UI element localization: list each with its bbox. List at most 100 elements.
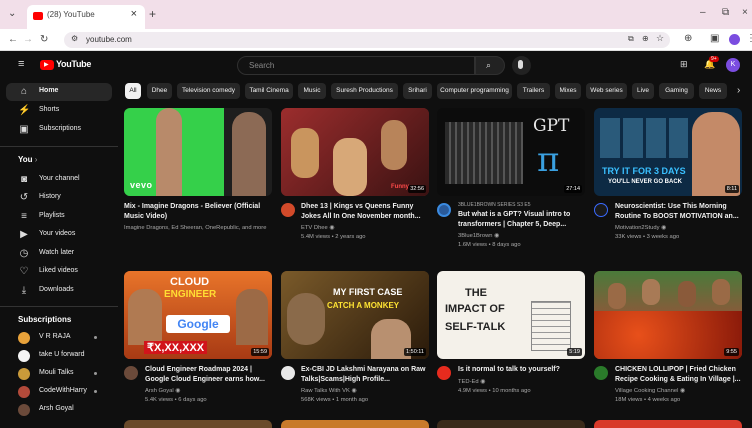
youtube-header: ≡ ▶ YouTube Search ⌕ ⊞ 🔔 9+ K xyxy=(0,51,752,79)
sidebar-item-home[interactable]: ⌂ Home xyxy=(6,83,112,101)
search-input[interactable]: Search xyxy=(237,56,475,75)
voice-search-button[interactable] xyxy=(512,56,531,75)
channel-avatar[interactable] xyxy=(281,366,295,380)
chip[interactable]: Trailers xyxy=(517,83,550,99)
channel-avatar[interactable] xyxy=(281,203,295,217)
sidebar-item-your-videos[interactable]: ▶ Your videos xyxy=(0,226,118,244)
you-section-header[interactable]: You › xyxy=(18,155,37,164)
video-thumbnail-partial[interactable] xyxy=(281,420,429,428)
video-channel[interactable]: Raw Talks With VK ◉ xyxy=(301,387,431,396)
sidebar-item-shorts[interactable]: ⚡ Shorts xyxy=(0,102,118,120)
subscriptions-section-header: Subscriptions xyxy=(18,315,72,324)
browser-menu-icon[interactable]: ⋮ xyxy=(746,33,752,44)
chip[interactable]: Tamil Cinema xyxy=(245,83,293,99)
video-stats: 4.9M views • 10 months ago xyxy=(458,388,531,394)
tab-search-icon[interactable]: ⌄ xyxy=(8,8,16,19)
omnibox[interactable]: ⚙ youtube.com ⧉ ⊕ ☆ xyxy=(64,32,670,48)
video-title[interactable]: But what is a GPT? Visual intro to transf… xyxy=(458,210,588,230)
forward-icon[interactable]: → xyxy=(23,34,33,45)
account-avatar[interactable]: K xyxy=(726,58,740,72)
chip[interactable]: Computer programming xyxy=(437,83,512,99)
chip[interactable]: Dhee xyxy=(147,83,172,99)
close-window-icon[interactable]: × xyxy=(742,7,748,18)
side-panel-icon[interactable]: ▣ xyxy=(710,33,719,44)
chip[interactable]: Srihari xyxy=(403,83,432,99)
video-title[interactable]: Mix - Imagine Dragons - Believer (Offici… xyxy=(124,202,270,222)
video-channel[interactable]: TED-Ed ◉ xyxy=(458,378,588,387)
close-tab-icon[interactable]: × xyxy=(131,8,137,20)
sidebar-sub-channel[interactable]: Arsh Goyal xyxy=(0,401,118,419)
restore-icon[interactable]: ⧉ xyxy=(722,7,729,18)
chip-all[interactable]: All xyxy=(125,83,141,99)
chip[interactable]: Gaming xyxy=(659,83,694,99)
video-channel[interactable]: ETV Dhee ◉ xyxy=(301,224,431,233)
bookmark-star-icon[interactable]: ☆ xyxy=(656,33,664,44)
back-icon[interactable]: ← xyxy=(8,34,18,45)
site-info-icon[interactable]: ⚙ xyxy=(71,34,78,43)
chip[interactable]: Television comedy xyxy=(177,83,240,99)
sidebar-item-playlists[interactable]: ≡ Playlists xyxy=(0,208,118,226)
video-thumbnail-partial[interactable] xyxy=(594,420,742,428)
video-channel[interactable]: Motivation2Study ◉ xyxy=(615,224,745,233)
video-thumbnail[interactable]: 9:55 xyxy=(594,271,742,359)
chip[interactable]: Suresh Productions xyxy=(331,83,398,99)
video-title[interactable]: Is it normal to talk to yourself? xyxy=(458,365,588,375)
extensions-icon[interactable]: ⊕ xyxy=(684,33,692,44)
sidebar-item-history[interactable]: ↺ History xyxy=(0,189,118,207)
chips-next-icon[interactable]: › xyxy=(737,85,740,96)
sidebar-item-liked-videos[interactable]: ♡ Liked videos xyxy=(0,263,118,281)
sidebar-item-watch-later[interactable]: ◷ Watch later xyxy=(0,245,118,263)
profile-avatar[interactable] xyxy=(729,34,740,45)
sidebar-sub-channel[interactable]: V R RAJA xyxy=(0,329,118,347)
youtube-logo-text[interactable]: YouTube xyxy=(56,59,91,69)
hamburger-menu-icon[interactable]: ≡ xyxy=(18,58,24,70)
video-thumbnail[interactable]: vevo xyxy=(124,108,272,196)
video-title[interactable]: Cloud Engineer Roadmap 2024 | Google Clou… xyxy=(145,365,275,385)
channel-avatar[interactable] xyxy=(437,203,451,217)
video-thumbnail[interactable]: MY FIRST CASE CATCH A MONKEY 1:50:11 xyxy=(281,271,429,359)
sidebar-item-your-channel[interactable]: ◙ Your channel xyxy=(0,171,118,189)
chip[interactable]: Mixes xyxy=(555,83,581,99)
sidebar-item-label: Shorts xyxy=(39,106,60,113)
channel-avatar[interactable] xyxy=(437,366,451,380)
video-thumbnail[interactable]: TRY IT FOR 3 DAYS YOU'LL NEVER GO BACK 8… xyxy=(594,108,742,196)
video-channel[interactable]: Arsh Goyal ◉ xyxy=(145,387,275,396)
sidebar-item-downloads[interactable]: ⤓ Downloads xyxy=(0,282,118,300)
channel-avatar[interactable] xyxy=(124,366,138,380)
chip[interactable]: News xyxy=(699,83,727,99)
sidebar-sub-channel[interactable]: Mouli Talks xyxy=(0,365,118,383)
chip[interactable]: Music xyxy=(298,83,326,99)
video-stats: 33K views • 3 weeks ago xyxy=(615,234,680,240)
video-title[interactable]: Neuroscientist: Use This Morning Routine … xyxy=(615,202,745,222)
video-title[interactable]: CHICKEN LOLLIPOP | Fried Chicken Recipe C… xyxy=(615,365,745,385)
browser-tab[interactable]: (28) YouTube × xyxy=(27,5,145,29)
channel-avatar xyxy=(18,386,30,398)
url-text[interactable]: youtube.com xyxy=(86,35,132,44)
video-duration: 27:14 xyxy=(564,185,582,193)
minimize-icon[interactable]: – xyxy=(700,7,706,18)
new-tab-button[interactable]: + xyxy=(149,7,156,21)
video-thumbnail[interactable]: THE IMPACT OF SELF-TALK 5:19 xyxy=(437,271,585,359)
channel-avatar[interactable] xyxy=(594,203,608,217)
zoom-icon[interactable]: ⊕ xyxy=(642,34,649,43)
sidebar-sub-channel[interactable]: CodeWithHarry xyxy=(0,383,118,401)
video-channel[interactable]: 3Blue1Brown ◉ xyxy=(458,232,588,241)
video-title[interactable]: Ex-CBI JD Lakshmi Narayana on Raw Talks|S… xyxy=(301,365,431,385)
video-channel[interactable]: Imagine Dragons, Ed Sheeran, OneRepublic… xyxy=(124,224,266,233)
reload-icon[interactable]: ↻ xyxy=(40,34,48,45)
video-thumbnail[interactable]: Funny 32:56 xyxy=(281,108,429,196)
chip[interactable]: Web series xyxy=(586,83,627,99)
create-video-icon[interactable]: ⊞ xyxy=(680,59,688,70)
video-channel[interactable]: Village Cooking Channel ◉ xyxy=(615,387,745,396)
video-thumbnail-partial[interactable] xyxy=(437,420,585,428)
sidebar-sub-channel[interactable]: take U forward xyxy=(0,347,118,365)
video-title[interactable]: Dhee 13 | Kings vs Queens Funny Jokes All… xyxy=(301,202,431,222)
channel-avatar[interactable] xyxy=(594,366,608,380)
video-thumbnail[interactable]: CLOUD ENGINEER Google ₹X,XX,XXX 15:59 xyxy=(124,271,272,359)
chip[interactable]: Live xyxy=(632,83,654,99)
video-thumbnail[interactable]: GPT π 27:14 xyxy=(437,108,585,196)
video-thumbnail-partial[interactable] xyxy=(124,420,272,428)
sidebar-item-subscriptions[interactable]: ▣ Subscriptions xyxy=(0,121,118,139)
install-icon[interactable]: ⧉ xyxy=(628,34,634,44)
search-button[interactable]: ⌕ xyxy=(475,56,505,75)
